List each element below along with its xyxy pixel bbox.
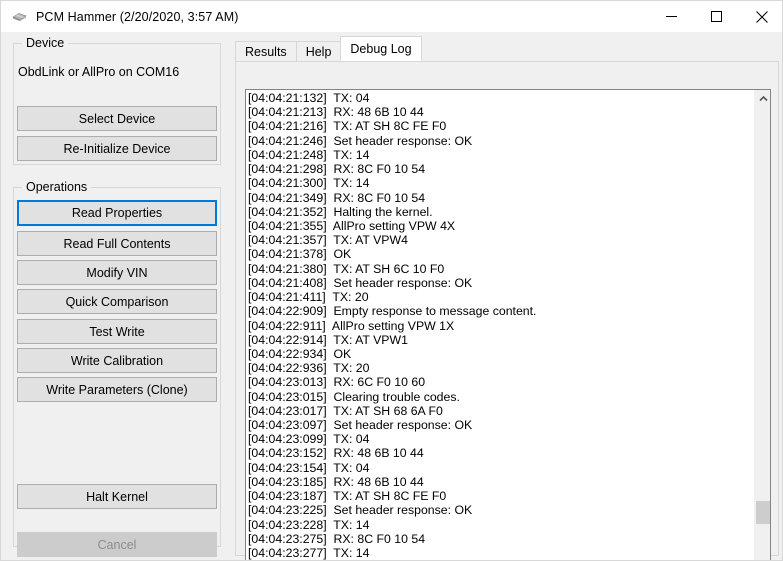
debug-log-line: [04:04:21:132] TX: 04 xyxy=(248,91,370,105)
scrollbar-thumb[interactable] xyxy=(756,500,770,524)
debug-log-line: [04:04:21:349] RX: 8C F0 10 54 xyxy=(248,190,426,205)
operations-groupbox-label: Operations xyxy=(22,180,92,194)
scroll-up-arrow-icon[interactable] xyxy=(755,90,770,107)
write-parameters-clone-button[interactable]: Write Parameters (Clone) xyxy=(17,377,217,402)
debug-log-line: [04:04:23:154] TX: 04 xyxy=(248,460,370,475)
debug-log-line: [04:04:21:380] TX: AT SH 6C 10 F0 xyxy=(248,261,445,276)
right-panel: Results Help Debug Log [04:04:21:132] TX… xyxy=(235,34,779,560)
modify-vin-button[interactable]: Modify VIN xyxy=(17,260,217,285)
debug-log-line: [04:04:23:152] RX: 48 6B 10 44 xyxy=(248,446,424,461)
debug-log-line: [04:04:22:914] TX: AT VPW1 xyxy=(248,332,408,347)
debug-log-line: [04:04:23:017] TX: AT SH 68 6A F0 xyxy=(248,403,443,418)
debug-log-line: [04:04:21:213] RX: 48 6B 10 44 xyxy=(248,105,424,120)
debug-log-textbox[interactable]: [04:04:21:132] TX: 04 [04:04:21:213] RX: … xyxy=(245,89,771,560)
debug-log-line: [04:04:21:298] RX: 8C F0 10 54 xyxy=(248,162,426,177)
debug-log-line: [04:04:23:185] RX: 48 6B 10 44 xyxy=(248,474,424,489)
test-write-button[interactable]: Test Write xyxy=(17,319,217,344)
tab-help[interactable]: Help xyxy=(295,41,342,61)
title-bar[interactable]: PCM Hammer (2/20/2020, 3:57 AM) xyxy=(1,1,782,32)
debug-log-line: [04:04:23:013] RX: 6C F0 10 60 xyxy=(248,375,426,390)
pcm-hammer-window: PCM Hammer (2/20/2020, 3:57 AM) Device O… xyxy=(0,0,783,561)
debug-log-line: [04:04:23:277] TX: 14 xyxy=(248,546,370,560)
debug-log-line: [04:04:21:378] OK xyxy=(248,247,352,262)
debug-log-line: [04:04:23:015] Clearing trouble codes. xyxy=(248,389,460,404)
debug-log-line: [04:04:21:357] TX: AT VPW4 xyxy=(248,233,408,248)
debug-log-line: [04:04:22:936] TX: 20 xyxy=(248,361,370,376)
write-calibration-button[interactable]: Write Calibration xyxy=(17,348,217,373)
debug-log-line: [04:04:23:225] Set header response: OK xyxy=(248,503,473,518)
device-groupbox-label: Device xyxy=(22,36,69,50)
debug-log-line: [04:04:21:411] TX: 20 xyxy=(248,290,369,305)
debug-log-content: [04:04:21:132] TX: 04 [04:04:21:213] RX: … xyxy=(248,91,752,560)
debug-log-line: [04:04:23:187] TX: AT SH 8C FE F0 xyxy=(248,489,447,504)
debug-log-line: [04:04:21:355] AllPro setting VPW 4X xyxy=(248,218,456,233)
debug-log-line: [04:04:23:097] Set header response: OK xyxy=(248,418,473,433)
window-title: PCM Hammer (2/20/2020, 3:57 AM) xyxy=(36,9,239,24)
debug-log-line: [04:04:23:228] TX: 14 xyxy=(248,517,370,532)
debug-log-line: [04:04:22:934] OK xyxy=(248,346,352,361)
maximize-button[interactable] xyxy=(694,1,739,32)
cancel-button: Cancel xyxy=(17,532,217,557)
debug-log-line: [04:04:23:099] TX: 04 xyxy=(248,432,370,447)
debug-log-scrollbar[interactable] xyxy=(754,90,770,560)
debug-log-line: [04:04:22:911] AllPro setting VPW 1X xyxy=(248,318,455,333)
debug-log-line: [04:04:21:408] Set header response: OK xyxy=(248,275,473,290)
halt-kernel-button[interactable]: Halt Kernel xyxy=(17,484,217,509)
read-properties-button[interactable]: Read Properties xyxy=(17,200,217,226)
debug-log-tab-page: [04:04:21:132] TX: 04 [04:04:21:213] RX: … xyxy=(235,61,779,560)
debug-log-line: [04:04:21:246] Set header response: OK xyxy=(248,133,473,148)
debug-log-line: [04:04:21:352] Halting the kernel. xyxy=(248,204,433,219)
debug-log-line: [04:04:22:909] Empty response to message… xyxy=(248,304,537,319)
device-status-text: ObdLink or AllPro on COM16 xyxy=(18,65,180,79)
left-panel: Device ObdLink or AllPro on COM16 Select… xyxy=(1,32,233,560)
debug-log-line: [04:04:21:300] TX: 14 xyxy=(248,176,370,191)
minimize-button[interactable] xyxy=(649,1,694,32)
window-controls xyxy=(649,1,782,32)
tab-results[interactable]: Results xyxy=(235,41,297,61)
reinitialize-device-button[interactable]: Re-Initialize Device xyxy=(17,136,217,161)
tab-debug-log[interactable]: Debug Log xyxy=(340,36,422,61)
tab-strip: Results Help Debug Log xyxy=(235,36,422,61)
select-device-button[interactable]: Select Device xyxy=(17,106,217,131)
pcm-hammer-icon xyxy=(10,8,28,26)
debug-log-line: [04:04:21:216] TX: AT SH 8C FE F0 xyxy=(248,119,447,134)
debug-log-line: [04:04:21:248] TX: 14 xyxy=(248,147,370,162)
quick-comparison-button[interactable]: Quick Comparison xyxy=(17,289,217,314)
close-button[interactable] xyxy=(739,1,782,32)
read-full-contents-button[interactable]: Read Full Contents xyxy=(17,231,217,256)
debug-log-line: [04:04:23:275] RX: 8C F0 10 54 xyxy=(248,531,426,546)
